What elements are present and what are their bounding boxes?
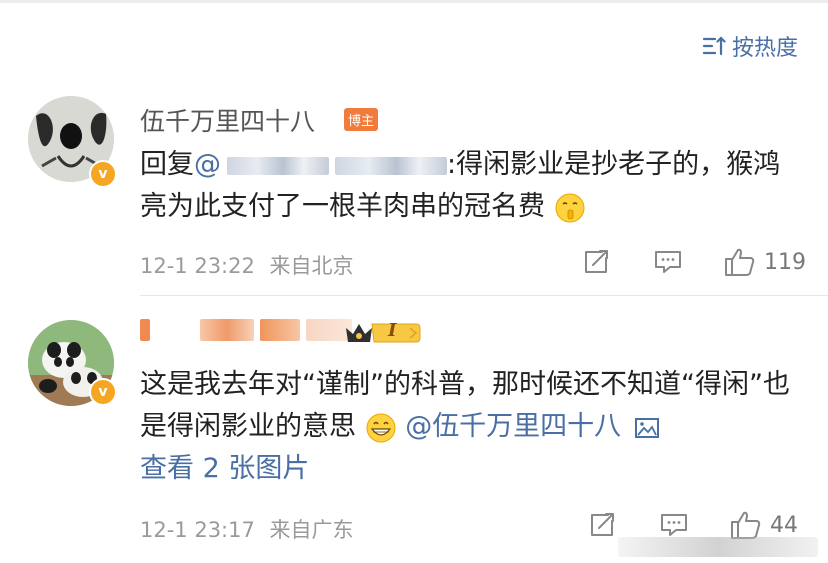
comment-item: v I 这是我去年对“谨制”的科普，那时候还不知道“得闲”也是得闲影业的意思 @… <box>0 300 828 563</box>
comment-bubble-icon <box>655 251 681 273</box>
top-divider <box>0 0 828 3</box>
v-badge-icon: v <box>89 378 117 406</box>
comment-button[interactable] <box>654 249 682 275</box>
comment-meta: 12-1 23:17 来自广东 <box>140 514 354 544</box>
mention-link[interactable]: @伍千万里四十八 <box>405 411 621 442</box>
share-icon <box>585 250 608 273</box>
comment-text: 回复@:得闲影业是抄老子的，猴鸿亮为此支付了一根羊肉串的冠名费 <box>140 144 800 228</box>
grin-face-emoji <box>366 413 396 442</box>
like-button[interactable]: 119 <box>724 247 806 277</box>
crown-level-badge: I <box>344 320 422 346</box>
comment-author-hidden[interactable] <box>140 314 352 343</box>
blurred-watermark <box>618 537 818 557</box>
comment-author[interactable]: 伍千万里四十八 <box>140 102 315 138</box>
sort-lines-icon <box>702 36 726 56</box>
reply-prefix: 回复 <box>140 149 194 180</box>
like-count: 44 <box>770 512 798 538</box>
thumbs-up-icon <box>731 511 761 539</box>
share-button[interactable] <box>588 512 616 538</box>
shush-face-emoji <box>555 193 585 222</box>
view-images-link[interactable]: 查看 2 张图片 <box>140 453 309 484</box>
comment-actions: 44 <box>588 510 798 540</box>
sort-label: 按热度 <box>731 36 798 61</box>
thumbs-up-icon <box>725 248 755 276</box>
like-button[interactable]: 44 <box>730 510 798 540</box>
reply-mention-link[interactable]: @ <box>194 149 447 180</box>
blurred-username <box>260 319 300 341</box>
comment-bubble-icon <box>661 514 687 536</box>
blogger-badge: 博主 <box>344 108 379 131</box>
blurred-username <box>140 319 150 341</box>
like-count: 119 <box>764 249 806 275</box>
comment-location: 来自北京 <box>269 254 354 278</box>
rank-level-text: I <box>388 320 397 341</box>
v-badge-icon: v <box>89 160 117 188</box>
blurred-username <box>335 156 447 175</box>
comment-meta: 12-1 23:22 来自北京 <box>140 250 354 280</box>
comment-time: 12-1 23:22 <box>140 254 255 278</box>
comment-text: 这是我去年对“谨制”的科普，那时候还不知道“得闲”也是得闲影业的意思 @伍千万里… <box>140 364 800 490</box>
sort-by-heat-button[interactable]: 按热度 <box>702 30 798 62</box>
comment-divider <box>140 295 828 296</box>
comment-time: 12-1 23:17 <box>140 518 255 542</box>
comment-location: 来自广东 <box>269 518 354 542</box>
share-button[interactable] <box>582 249 610 275</box>
blurred-username <box>227 156 329 175</box>
comment-button[interactable] <box>660 512 688 538</box>
image-icon <box>634 417 659 438</box>
comment-item: v 伍千万里四十八 博主 回复@:得闲影业是抄老子的，猴鸿亮为此支付了一根羊肉串… <box>0 92 828 284</box>
share-icon <box>591 513 614 536</box>
blurred-username <box>200 319 254 341</box>
comment-actions: 119 <box>582 247 806 277</box>
